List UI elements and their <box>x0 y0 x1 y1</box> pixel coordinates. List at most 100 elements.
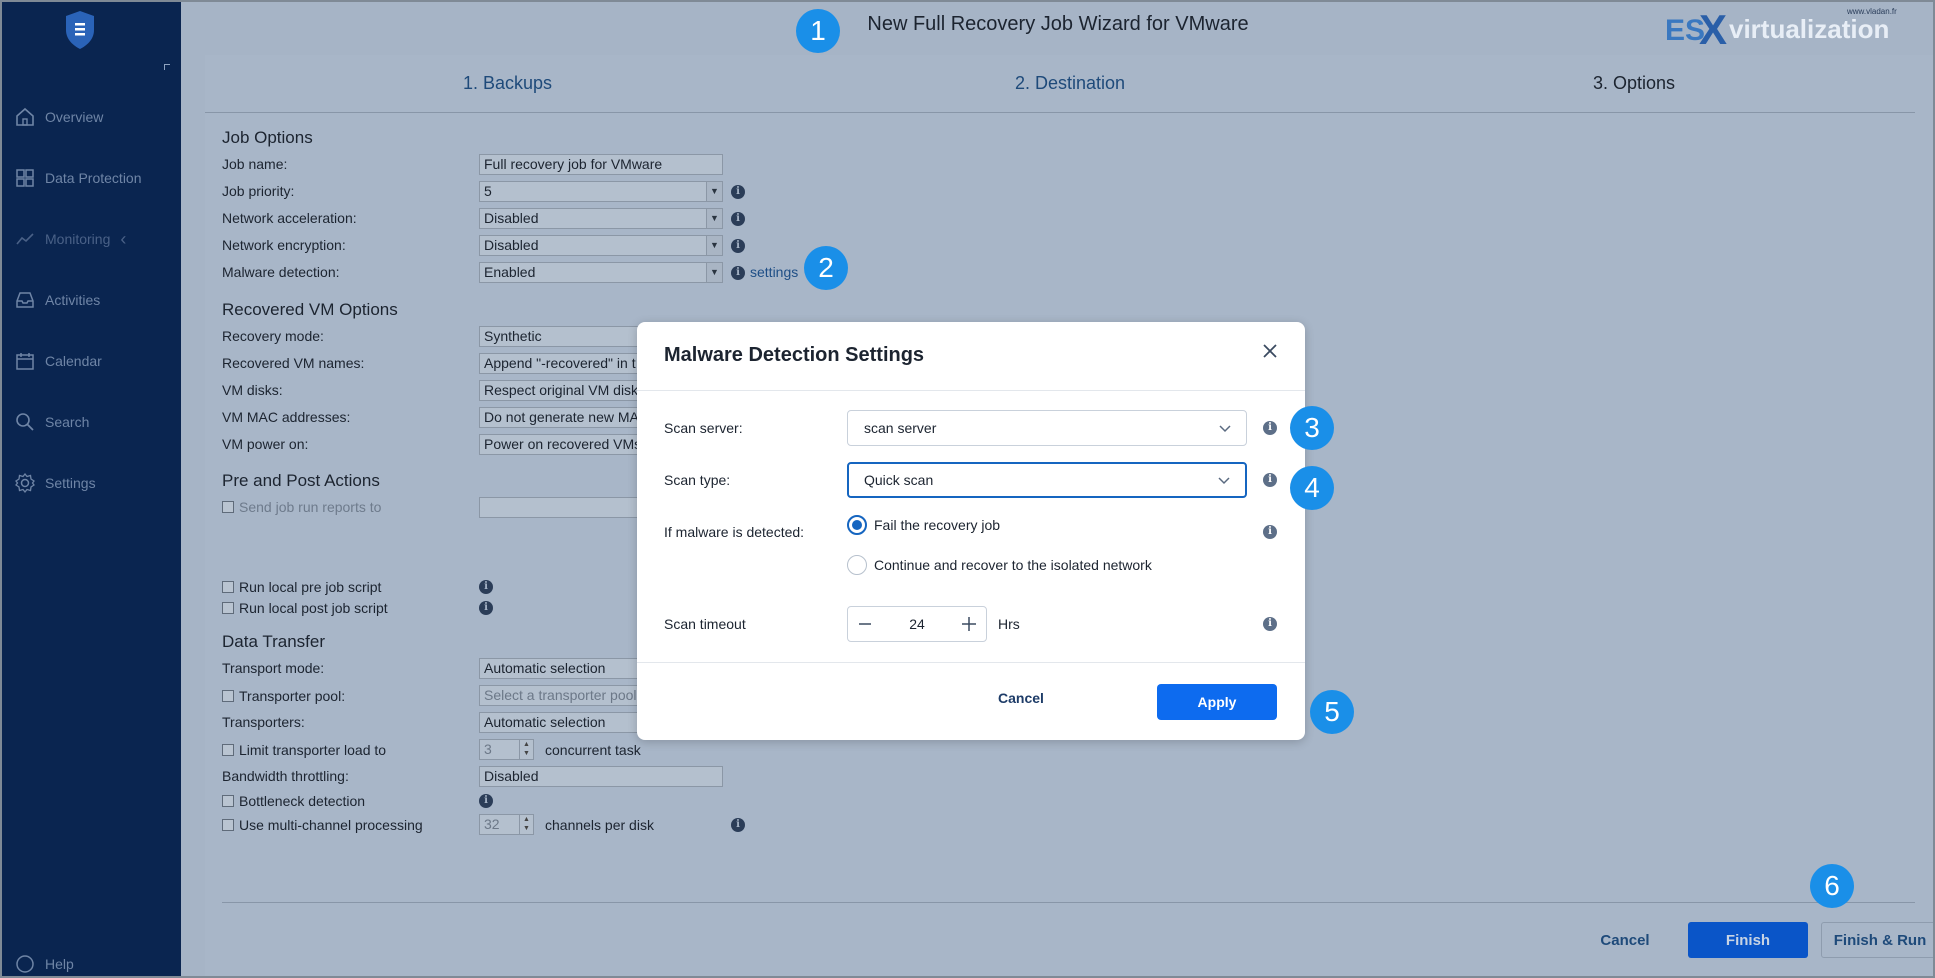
section-pre-post-actions: Pre and Post Actions <box>222 471 380 490</box>
sidebar-item-label: Data Protection <box>45 170 142 186</box>
sidebar-item-settings[interactable]: Settings <box>0 463 181 503</box>
info-icon[interactable]: i <box>1263 525 1277 539</box>
bandwidth-select[interactable]: Disabled <box>479 766 723 787</box>
info-icon[interactable]: i <box>731 818 745 832</box>
checkbox-box[interactable] <box>222 744 234 756</box>
svg-text:X: X <box>1699 6 1727 52</box>
sidebar-item-label: Monitoring <box>45 231 111 247</box>
checkbox-box[interactable] <box>222 581 234 593</box>
pre-script-checkbox[interactable]: Run local pre job script <box>222 579 381 595</box>
checkbox-box[interactable] <box>222 819 234 831</box>
info-icon[interactable]: i <box>1263 421 1277 435</box>
checkbox-box[interactable] <box>222 795 234 807</box>
finish-button[interactable]: Finish <box>1688 922 1808 958</box>
spinner-icon[interactable]: ▲ ▼ <box>519 740 533 759</box>
malware-detection-select[interactable]: Enabled ▼ <box>479 262 723 283</box>
sidebar-item-label: Settings <box>45 475 96 491</box>
stepper-value: 3 <box>484 741 492 757</box>
radio-selected-icon[interactable] <box>847 515 867 535</box>
step-backups[interactable]: 1. Backups <box>463 73 552 94</box>
footer-cancel-button[interactable]: Cancel <box>1575 922 1675 958</box>
sidebar-collapse-icon[interactable] <box>164 64 170 70</box>
sidebar-item-activities[interactable]: Activities <box>0 280 181 320</box>
job-name-input[interactable]: Full recovery job for VMware <box>479 154 723 175</box>
scan-server-select[interactable]: scan server <box>847 410 1247 446</box>
sidebar-item-help[interactable]: Help <box>0 952 181 976</box>
limit-transporter-checkbox[interactable]: Limit transporter load to <box>222 742 386 758</box>
recovery-mode-label: Recovery mode: <box>222 328 324 344</box>
sidebar: Overview Data Protection Monitoring ‹ Ac… <box>0 0 181 978</box>
send-reports-checkbox[interactable]: Send job run reports to <box>222 499 381 515</box>
watermark-logo: ES X virtualization www.vladan.fr <box>1665 6 1897 52</box>
limit-transporter-stepper[interactable]: 3 ▲ ▼ <box>479 739 534 760</box>
help-icon <box>13 952 37 976</box>
network-acceleration-select[interactable]: Disabled ▼ <box>479 208 723 229</box>
bandwidth-label: Bandwidth throttling: <box>222 768 349 784</box>
sidebar-item-overview[interactable]: Overview <box>0 97 181 137</box>
radio-unselected-icon[interactable] <box>847 555 867 575</box>
post-script-checkbox[interactable]: Run local post job script <box>222 600 388 616</box>
home-icon <box>13 105 37 129</box>
radio-continue-isolated[interactable]: Continue and recover to the isolated net… <box>847 555 1152 575</box>
step-options[interactable]: 3. Options <box>1593 73 1675 94</box>
info-icon[interactable]: i <box>479 601 493 615</box>
dropdown-arrow-icon[interactable]: ▼ <box>706 236 722 255</box>
checkbox-box[interactable] <box>222 501 234 513</box>
checkbox-label: Use multi-channel processing <box>239 817 423 833</box>
close-icon[interactable] <box>1261 342 1279 360</box>
app-logo-icon <box>66 11 94 49</box>
info-icon[interactable]: i <box>731 185 745 199</box>
multichannel-suffix: channels per disk <box>545 817 654 833</box>
inbox-icon <box>13 288 37 312</box>
info-icon[interactable]: i <box>479 580 493 594</box>
step-destination[interactable]: 2. Destination <box>1015 73 1125 94</box>
sidebar-item-calendar[interactable]: Calendar <box>0 341 181 381</box>
info-icon[interactable]: i <box>1263 473 1277 487</box>
scan-timeout-value[interactable]: 24 <box>882 607 952 641</box>
bottleneck-checkbox[interactable]: Bottleneck detection <box>222 793 365 809</box>
scan-timeout-stepper: 24 <box>847 606 987 642</box>
dialog-title: Malware Detection Settings <box>664 344 925 366</box>
job-priority-select[interactable]: 5 ▼ <box>479 181 723 202</box>
dialog-cancel-button[interactable]: Cancel <box>980 680 1062 716</box>
annotation-badge-1: 1 <box>796 9 840 53</box>
timeout-unit: Hrs <box>998 616 1020 632</box>
radio-fail-job[interactable]: Fail the recovery job <box>847 515 1000 535</box>
chart-icon <box>13 227 37 251</box>
scan-server-value: scan server <box>864 420 937 436</box>
malware-detection-label: Malware detection: <box>222 264 340 280</box>
malware-settings-link[interactable]: settings <box>750 264 798 280</box>
network-encryption-select[interactable]: Disabled ▼ <box>479 235 723 256</box>
minus-icon[interactable] <box>848 607 882 641</box>
finish-and-run-button[interactable]: Finish & Run <box>1821 922 1935 958</box>
checkbox-box[interactable] <box>222 602 234 614</box>
chevron-down-icon <box>1218 477 1230 485</box>
info-icon[interactable]: i <box>479 794 493 808</box>
scan-timeout-label: Scan timeout <box>664 616 746 632</box>
transporter-pool-checkbox[interactable]: Transporter pool: <box>222 688 345 704</box>
sidebar-item-monitoring[interactable]: Monitoring ‹ <box>0 219 181 259</box>
info-icon[interactable]: i <box>731 239 745 253</box>
malware-detection-value: Enabled <box>484 264 536 280</box>
scan-type-select[interactable]: Quick scan <box>847 462 1247 498</box>
info-icon[interactable]: i <box>1263 617 1277 631</box>
gear-icon <box>13 471 37 495</box>
sidebar-item-data-protection[interactable]: Data Protection <box>0 158 181 198</box>
sidebar-item-search[interactable]: Search <box>0 402 181 442</box>
spinner-icon[interactable]: ▲ ▼ <box>519 815 533 834</box>
dropdown-arrow-icon[interactable]: ▼ <box>706 263 722 282</box>
checkbox-box[interactable] <box>222 690 234 702</box>
sidebar-item-label: Calendar <box>45 353 102 369</box>
plus-icon[interactable] <box>952 607 986 641</box>
multichannel-stepper[interactable]: 32 ▲ ▼ <box>479 814 534 835</box>
dialog-divider <box>637 390 1305 391</box>
info-icon[interactable]: i <box>731 212 745 226</box>
dropdown-arrow-icon[interactable]: ▼ <box>706 182 722 201</box>
annotation-badge-2: 2 <box>804 246 848 290</box>
apply-button[interactable]: Apply <box>1157 684 1277 720</box>
multichannel-checkbox[interactable]: Use multi-channel processing <box>222 817 423 833</box>
dropdown-arrow-icon[interactable]: ▼ <box>706 209 722 228</box>
transport-mode-label: Transport mode: <box>222 660 325 676</box>
info-icon[interactable]: i <box>731 266 745 280</box>
checkbox-label: Bottleneck detection <box>239 793 366 809</box>
